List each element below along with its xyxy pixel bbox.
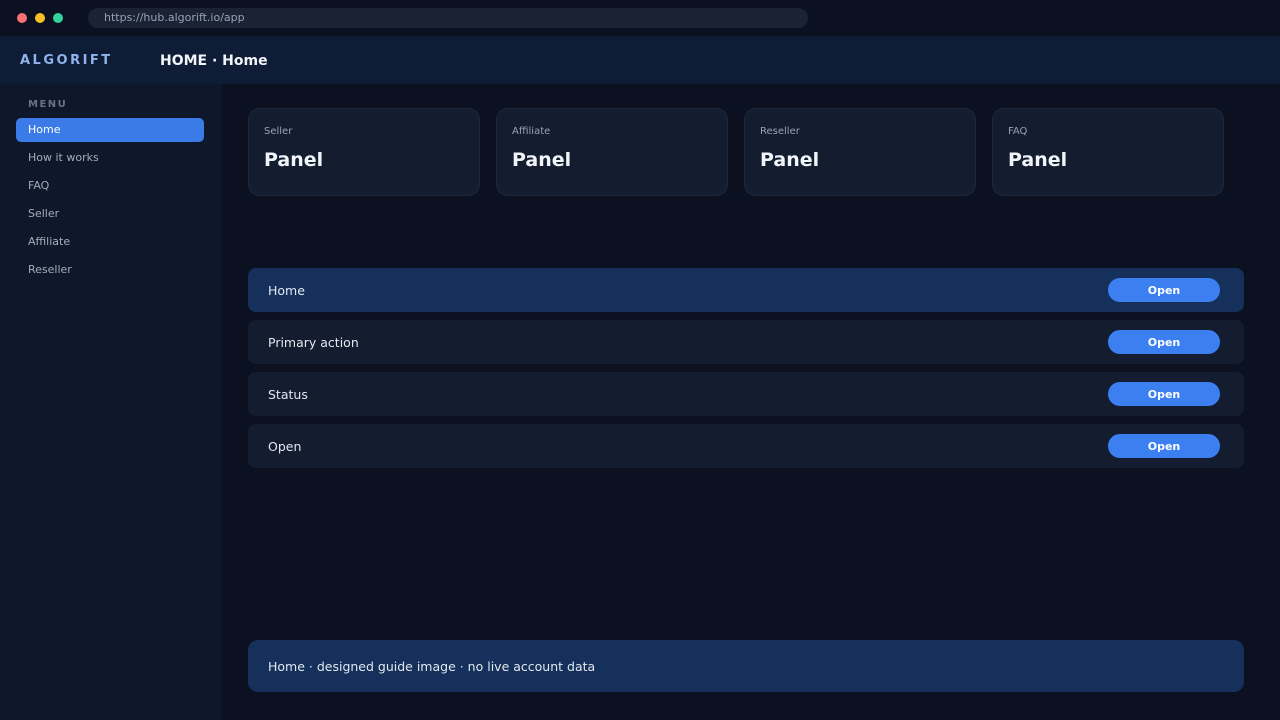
sidebar-item-reseller[interactable]: Reseller xyxy=(16,258,204,282)
minimize-window-dot[interactable] xyxy=(35,13,45,23)
close-window-dot[interactable] xyxy=(17,13,27,23)
row-label: Open xyxy=(268,439,302,454)
card-value: Panel xyxy=(1008,149,1068,171)
card-label: FAQ xyxy=(1008,126,1028,137)
open-button[interactable]: Open xyxy=(1108,278,1220,302)
footer-text: Home · designed guide image · no live ac… xyxy=(268,659,596,674)
seller-card[interactable]: Seller Panel xyxy=(248,108,480,196)
card-label: Affiliate xyxy=(512,126,551,137)
sidebar-item-home[interactable]: Home xyxy=(16,118,204,142)
sidebar-item-how-it-works[interactable]: How it works xyxy=(16,146,204,170)
open-button[interactable]: Open xyxy=(1108,330,1220,354)
app-header: ALGORIFT HOME · Home xyxy=(0,36,1280,84)
faq-card[interactable]: FAQ Panel xyxy=(992,108,1224,196)
row-label: Primary action xyxy=(268,335,359,350)
card-label: Reseller xyxy=(760,126,800,137)
list-item-open: Open Open xyxy=(248,424,1244,468)
sidebar-item-faq[interactable]: FAQ xyxy=(16,174,204,198)
list-item-status: Status Open xyxy=(248,372,1244,416)
list-item-primary-action: Primary action Open xyxy=(248,320,1244,364)
maximize-window-dot[interactable] xyxy=(53,13,63,23)
card-value: Panel xyxy=(264,149,324,171)
sidebar-item-seller[interactable]: Seller xyxy=(16,202,204,226)
menu-heading: MENU xyxy=(28,99,68,110)
sidebar-item-affiliate[interactable]: Affiliate xyxy=(16,230,204,254)
card-label: Seller xyxy=(264,126,293,137)
sidebar: MENU Home How it works FAQ Seller Affili… xyxy=(0,84,222,720)
row-label: Home xyxy=(268,283,305,298)
card-value: Panel xyxy=(512,149,572,171)
affiliate-card[interactable]: Affiliate Panel xyxy=(496,108,728,196)
brand-logo[interactable]: ALGORIFT xyxy=(20,36,113,86)
card-value: Panel xyxy=(760,149,820,171)
open-button[interactable]: Open xyxy=(1108,382,1220,406)
reseller-card[interactable]: Reseller Panel xyxy=(744,108,976,196)
footer-banner: Home · designed guide image · no live ac… xyxy=(248,640,1244,692)
list-item-home: Home Open xyxy=(248,268,1244,312)
browser-chrome: https://hub.algorift.io/app xyxy=(0,0,1280,36)
row-label: Status xyxy=(268,387,308,402)
page-title: HOME · Home xyxy=(160,53,268,69)
open-button[interactable]: Open xyxy=(1108,434,1220,458)
address-bar[interactable]: https://hub.algorift.io/app xyxy=(88,8,808,28)
